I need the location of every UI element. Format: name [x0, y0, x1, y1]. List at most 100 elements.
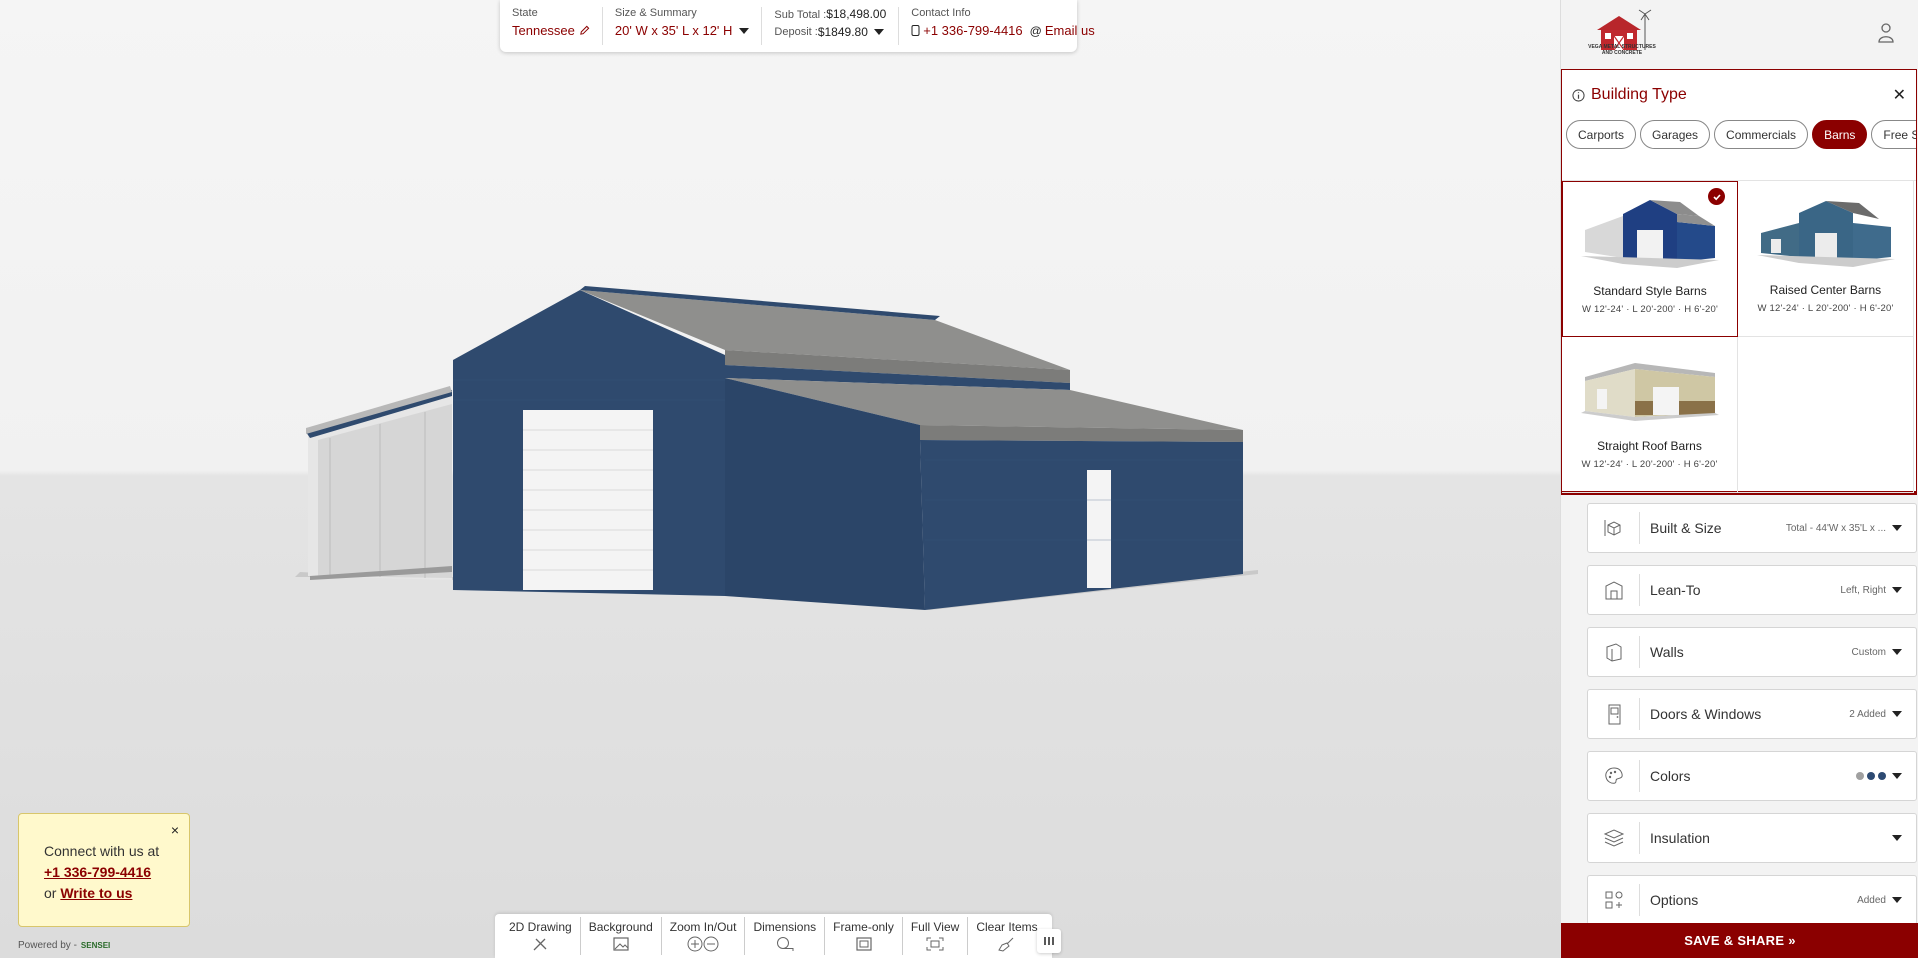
- accordion-colors[interactable]: Colors: [1587, 751, 1917, 801]
- price-section[interactable]: Sub Total :$18,498.00 Deposit : $1849.80: [762, 7, 900, 45]
- connect-phone-link[interactable]: +1 336-799-4416: [44, 864, 151, 880]
- 3d-viewport[interactable]: [0, 0, 1560, 958]
- card-name: Standard Style Barns: [1593, 284, 1707, 298]
- tool-label: Full View: [910, 920, 960, 934]
- color-swatches: [1856, 772, 1886, 780]
- close-icon[interactable]: ✕: [1893, 85, 1906, 105]
- tool-label: 2D Drawing: [509, 920, 572, 934]
- tool-clear-items[interactable]: Clear Items: [968, 917, 1045, 955]
- subtotal-label: Sub Total :: [774, 9, 827, 21]
- pencil-ruler-icon: [533, 938, 547, 951]
- tab-garages[interactable]: Garages: [1640, 120, 1711, 149]
- accordion-label: Lean-To: [1650, 582, 1701, 598]
- grid-options-icon: [1605, 891, 1622, 909]
- contact-label: Contact Info: [911, 7, 971, 19]
- accordion-built-size[interactable]: Built & Size Total - 44'W x 35'L x ...: [1587, 503, 1917, 553]
- chevron-down-icon: [1892, 587, 1902, 593]
- tool-label: Frame-only: [833, 920, 894, 934]
- tab-commercials[interactable]: Commercials: [1714, 120, 1809, 149]
- size-summary-section[interactable]: Size & Summary 20' W x 35' L x 12' H: [603, 7, 763, 45]
- pencil-icon[interactable]: [579, 25, 590, 36]
- card-straight-roof-barns[interactable]: Straight Roof Barns W 12'-24' · L 20'-20…: [1562, 337, 1738, 493]
- connect-popup: × Connect with us at +1 336-799-4416 or …: [18, 813, 190, 927]
- accordion-label: Built & Size: [1650, 520, 1722, 536]
- accordion-label: Doors & Windows: [1650, 706, 1762, 722]
- state-section[interactable]: State Tennessee: [500, 7, 603, 45]
- tool-label: Zoom In/Out: [669, 920, 737, 934]
- powered-label: Powered by -: [18, 940, 77, 951]
- tab-carports[interactable]: Carports: [1566, 120, 1637, 149]
- chevron-down-icon: [1892, 835, 1902, 841]
- tab-free-standing[interactable]: Free St: [1871, 120, 1916, 149]
- summary-bar: State Tennessee Size & Summary 20' W x 3…: [500, 0, 1095, 52]
- broom-icon: [998, 937, 1014, 952]
- tool-zoom[interactable]: Zoom In/Out: [662, 917, 746, 955]
- sensei-logo: SENSEI: [80, 941, 111, 950]
- color-swatch: [1867, 772, 1875, 780]
- contact-phone-link[interactable]: +1 336-799-4416: [923, 23, 1022, 38]
- size-value[interactable]: 20' W x 35' L x 12' H: [615, 23, 733, 38]
- fullscreen-icon: [926, 937, 944, 951]
- standard-barn-thumbnail: [1581, 200, 1719, 268]
- tool-full-view[interactable]: Full View: [903, 917, 969, 955]
- toolbar-toggle-button[interactable]: [1037, 929, 1061, 953]
- user-settings-icon[interactable]: [1877, 22, 1897, 44]
- save-share-button[interactable]: SAVE & SHARE »: [1561, 923, 1918, 958]
- building-type-panel: Building Type ✕ Carports Garages Commerc…: [1561, 69, 1917, 495]
- door-icon: [1608, 704, 1620, 725]
- accordion-options[interactable]: Options Added: [1587, 875, 1917, 925]
- card-dims: W 12'-24' · L 20'-200' · H 6'-20': [1582, 304, 1718, 315]
- check-icon: [1708, 188, 1725, 205]
- size-label: Size & Summary: [614, 7, 697, 19]
- chevron-down-icon: [1892, 649, 1902, 655]
- accordion-lean-to[interactable]: Lean-To Left, Right: [1587, 565, 1917, 615]
- wall-icon: [1606, 643, 1621, 662]
- cube-size-icon: [1604, 520, 1620, 536]
- palette-icon: [1604, 767, 1623, 784]
- powered-by: Powered by - SENSEI: [18, 940, 110, 951]
- accordion-insulation[interactable]: Insulation: [1587, 813, 1917, 863]
- tool-dimensions[interactable]: Dimensions: [745, 917, 826, 955]
- chevron-down-icon[interactable]: [873, 29, 884, 35]
- chevron-down-icon: [1892, 773, 1902, 779]
- connect-text: Connect with us at: [44, 843, 160, 859]
- tool-background[interactable]: Background: [581, 917, 662, 955]
- chevron-down-icon[interactable]: [739, 27, 750, 34]
- tool-label: Clear Items: [976, 920, 1038, 934]
- image-icon: [613, 937, 629, 951]
- tool-frame-only[interactable]: Frame-only: [825, 917, 903, 955]
- card-name: Raised Center Barns: [1769, 283, 1882, 297]
- lean-to-icon: [1605, 581, 1622, 600]
- raised-center-barn-thumbnail: [1756, 201, 1895, 267]
- accordion-summary: Left, Right: [1840, 584, 1886, 596]
- accordion-doors-windows[interactable]: Doors & Windows 2 Added: [1587, 689, 1917, 739]
- color-swatch: [1856, 772, 1864, 780]
- card-dims: W 12'-24' · L 20'-200' · H 6'-20': [1581, 459, 1718, 470]
- subtotal-value: $18,498.00: [826, 7, 887, 21]
- write-to-us-link[interactable]: Write to us: [60, 885, 132, 901]
- tab-barns[interactable]: Barns: [1812, 120, 1868, 149]
- accordion-summary: Total - 44'W x 35'L x ...: [1785, 522, 1886, 534]
- email-link[interactable]: Email us: [1045, 23, 1095, 38]
- accordion-summary: 2 Added: [1849, 708, 1886, 720]
- contact-section: Contact Info +1 336-799-4416 @ Email us: [899, 7, 1106, 45]
- building-type-tabs: Carports Garages Commercials Barns Free …: [1562, 120, 1916, 153]
- card-raised-center-barns[interactable]: Raised Center Barns W 12'-24' · L 20'-20…: [1738, 181, 1914, 337]
- card-standard-style-barns[interactable]: Standard Style Barns W 12'-24' · L 20'-2…: [1562, 181, 1738, 337]
- configurator-panel: VEGA METAL STRUCTURES AND CONCRETE Build…: [1560, 0, 1918, 958]
- close-icon[interactable]: ×: [171, 820, 179, 841]
- accordion-walls[interactable]: Walls Custom: [1587, 627, 1917, 677]
- accordion-label: Colors: [1650, 768, 1691, 784]
- deposit-label: Deposit :: [774, 26, 818, 38]
- color-swatch: [1878, 772, 1886, 780]
- tape-measure-icon: [776, 937, 794, 951]
- view-toolbar: 2D Drawing Background Zoom In/Out Dimens…: [495, 914, 1052, 958]
- info-icon: [1572, 88, 1585, 102]
- barn-3d-model[interactable]: [280, 280, 1270, 620]
- columns-icon: [1044, 937, 1054, 945]
- chevron-down-icon: [1892, 711, 1902, 717]
- state-value[interactable]: Tennessee: [512, 23, 575, 38]
- tool-2d-drawing[interactable]: 2D Drawing: [501, 917, 581, 955]
- email-icon: @: [1029, 23, 1042, 38]
- deposit-value: $1849.80: [817, 25, 868, 39]
